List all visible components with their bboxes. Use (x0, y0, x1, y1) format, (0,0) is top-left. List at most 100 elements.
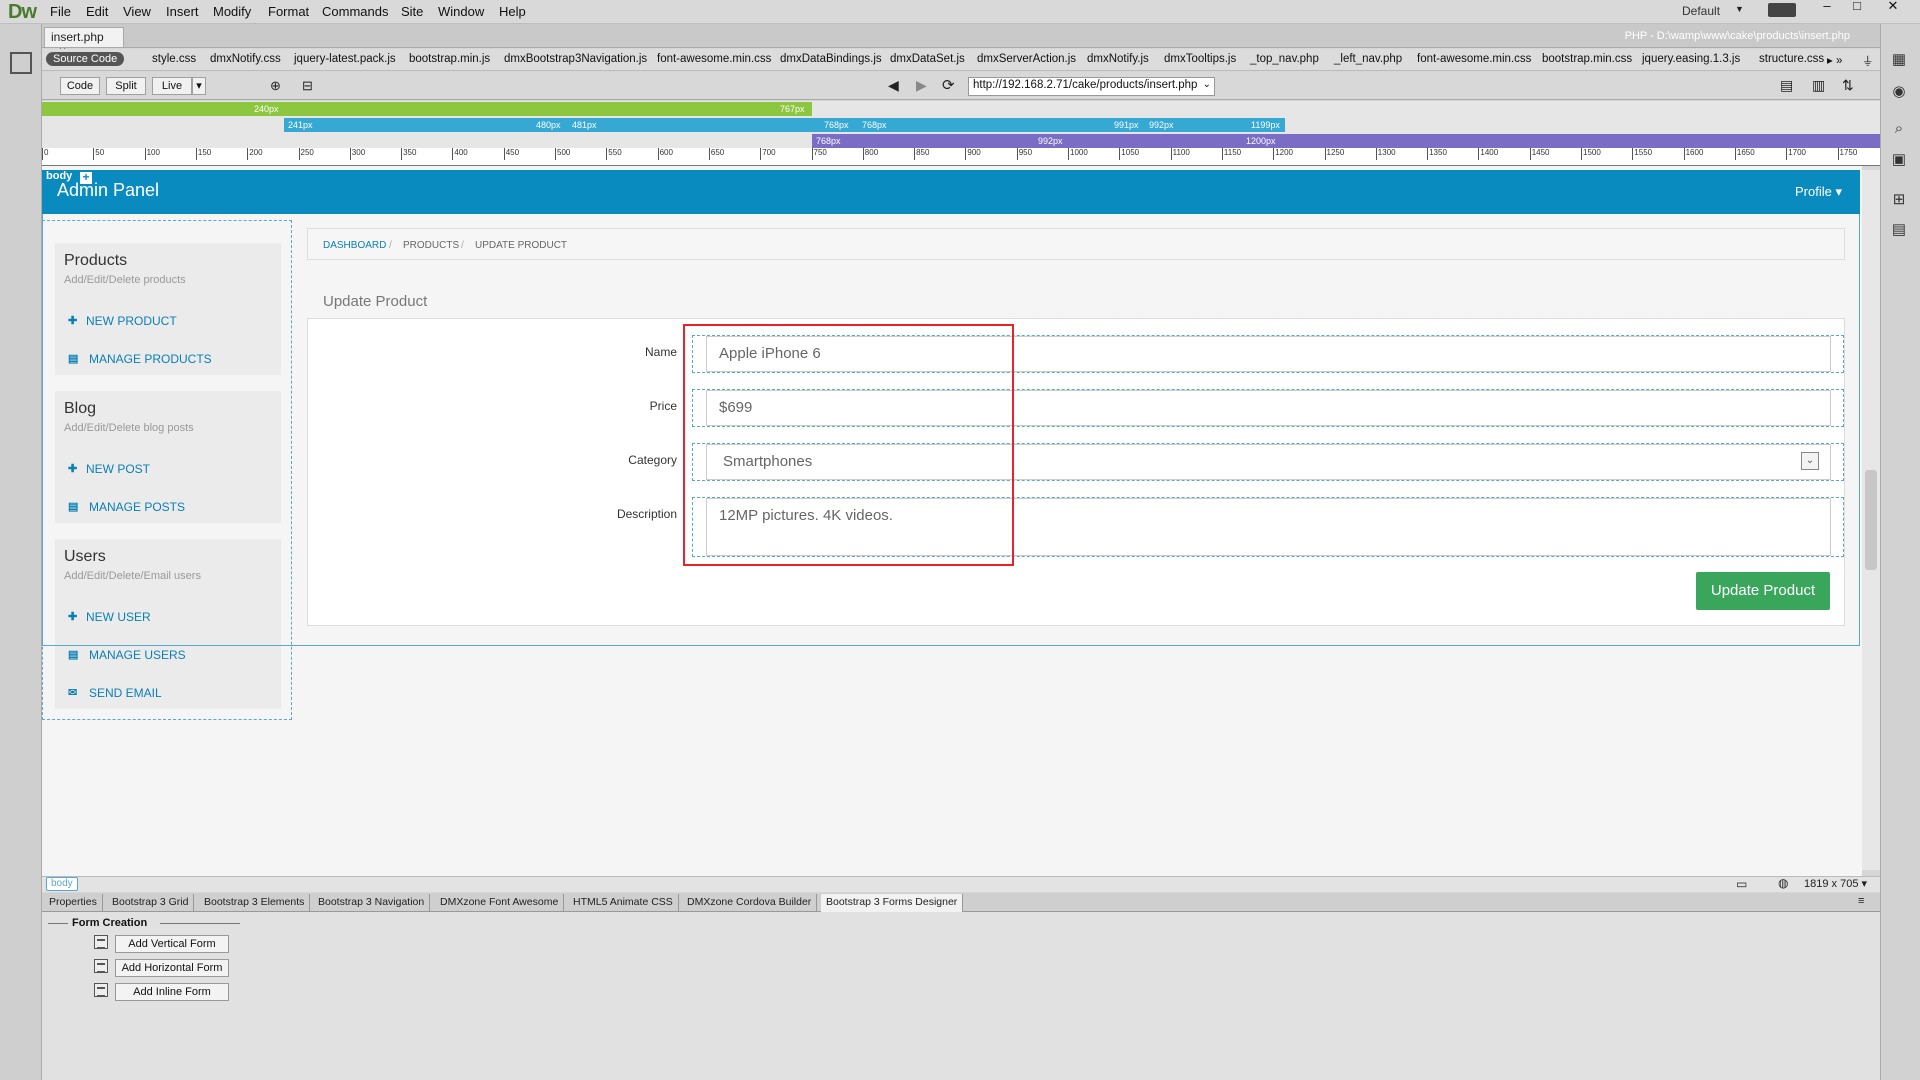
workspace-switcher[interactable]: Default (1682, 4, 1720, 18)
code-view-button[interactable]: Code (60, 77, 100, 95)
live-view-button[interactable]: Live (152, 77, 192, 95)
tab-bootstrap-elements[interactable]: Bootstrap 3 Elements (199, 894, 311, 912)
forward-arrow-icon[interactable]: ▶ (916, 77, 927, 94)
search-icon[interactable]: ⌕ (1888, 120, 1910, 140)
related-file[interactable]: style.css (152, 53, 196, 65)
menu-site[interactable]: Site (401, 4, 423, 19)
related-file[interactable]: dmxTooltips.js (1164, 53, 1236, 65)
related-file[interactable]: dmxBootstrap3Navigation.js (504, 53, 647, 65)
related-file[interactable]: structure.css (1759, 53, 1824, 65)
sidebar-title: Products (64, 252, 128, 269)
tab-font-awesome[interactable]: DMXzone Font Awesome (435, 894, 565, 912)
scrollbar-thumb[interactable] (1865, 470, 1877, 570)
add-inline-form-button[interactable]: Add Inline Form (115, 983, 229, 1001)
related-file[interactable]: dmxNotify.js (1087, 53, 1149, 65)
add-vertical-form-button[interactable]: Add Vertical Form (115, 935, 229, 953)
live-options-icon[interactable]: ▾ (192, 77, 206, 95)
minimize-button[interactable]: – (1812, 0, 1842, 14)
related-file[interactable]: dmxDataSet.js (890, 53, 965, 65)
related-file[interactable]: jquery-latest.pack.js (294, 53, 396, 65)
database-icon[interactable]: ◉ (1888, 82, 1910, 102)
inspect-icon[interactable]: ⊕ (270, 78, 281, 94)
filter-icon[interactable]: ⏚ (1862, 53, 1874, 69)
menu-window[interactable]: Window (438, 4, 484, 19)
ruler-tick: 1000 (1068, 148, 1088, 160)
snippets-icon[interactable]: ▤ (1888, 220, 1910, 240)
media-query-label: 992px (1149, 120, 1174, 130)
source-code-button[interactable]: Source Code (46, 52, 125, 66)
visual-aids-icon[interactable]: ▤ (1780, 77, 1793, 94)
update-product-button[interactable]: Update Product (1696, 572, 1830, 610)
tab-bootstrap-navigation[interactable]: Bootstrap 3 Navigation (313, 894, 431, 912)
tab-bootstrap-grid[interactable]: Bootstrap 3 Grid (107, 894, 195, 912)
sidebar-item-manage-products[interactable]: MANAGE PRODUCTS (89, 352, 212, 366)
related-file[interactable]: dmxServerAction.js (977, 53, 1076, 65)
more-files-icon[interactable]: ▸ » (1827, 53, 1842, 67)
page-properties-icon[interactable]: ▥ (1812, 77, 1825, 94)
media-query-bar[interactable]: 992px 1199px (1147, 118, 1285, 132)
refresh-icon[interactable]: ⟳ (942, 76, 955, 94)
sidebar-item-new-post[interactable]: NEW POST (86, 462, 150, 476)
window-size[interactable]: 1819 x 705 ▾ (1804, 877, 1867, 890)
menu-insert[interactable]: Insert (166, 4, 199, 19)
menu-view[interactable]: View (123, 4, 151, 19)
tag-selector-body[interactable]: body (46, 877, 78, 891)
device-preview-icon[interactable]: ▭ (1736, 877, 1747, 891)
envelope-icon: ✉ (68, 687, 78, 699)
related-file[interactable]: bootstrap.min.js (409, 53, 490, 65)
sync-settings-icon[interactable] (1768, 3, 1796, 17)
tab-animate-css[interactable]: HTML5 Animate CSS (568, 894, 679, 912)
ruler-tick: 800 (862, 148, 878, 160)
menu-commands[interactable]: Commands (322, 4, 388, 19)
assets-icon[interactable]: ▣ (1888, 150, 1910, 170)
menu-edit[interactable]: Edit (86, 4, 108, 19)
related-file[interactable]: dmxNotify.css (210, 53, 281, 65)
menu-modify[interactable]: Modify (213, 4, 251, 19)
site-structure-icon[interactable] (10, 52, 32, 74)
media-query-bar[interactable]: 481px 768px (570, 118, 860, 132)
url-field[interactable]: http://192.168.2.71/cake/products/insert… (968, 77, 1215, 96)
media-query-bar[interactable]: 240px 767px (42, 102, 812, 116)
related-file[interactable]: _left_nav.php (1334, 53, 1402, 65)
menu-format[interactable]: Format (268, 4, 309, 19)
restore-button[interactable]: □ (1842, 0, 1872, 14)
related-file[interactable]: jquery.easing.1.3.js (1642, 53, 1740, 65)
add-horizontal-form-button[interactable]: Add Horizontal Form (115, 959, 229, 977)
chevron-down-icon[interactable]: ⌄ (1801, 452, 1819, 470)
split-view-button[interactable]: Split (106, 77, 146, 95)
sidebar-item-manage-users[interactable]: MANAGE USERS (89, 648, 186, 662)
related-file[interactable]: dmxDataBindings.js (780, 53, 882, 65)
sidebar-item-new-user[interactable]: NEW USER (86, 610, 151, 624)
media-query-bar[interactable]: 241px 480px (284, 118, 570, 132)
breadcrumb-dashboard[interactable]: DASHBOARD (323, 240, 386, 251)
related-file[interactable]: bootstrap.min.css (1542, 53, 1632, 65)
brand-title[interactable]: Admin Panel (57, 180, 159, 201)
tab-forms-designer[interactable]: Bootstrap 3 Forms Designer (821, 894, 964, 912)
tab-cordova-builder[interactable]: DMXzone Cordova Builder (682, 894, 818, 912)
close-window-button[interactable]: ✕ (1878, 0, 1908, 14)
sidebar-item-manage-posts[interactable]: MANAGE POSTS (89, 500, 185, 514)
panel-menu-icon[interactable]: ≡ (1858, 895, 1864, 907)
tab-properties[interactable]: Properties (44, 894, 103, 912)
chevron-down-icon[interactable]: ⌄ (1203, 79, 1211, 90)
sidebar-item-new-product[interactable]: NEW PRODUCT (86, 314, 177, 328)
sitemap-icon[interactable]: ⊞ (1888, 190, 1910, 210)
profile-dropdown[interactable]: Profile ▾ (1795, 184, 1842, 200)
menu-help[interactable]: Help (499, 4, 526, 19)
breadcrumb-products[interactable]: PRODUCTS (403, 240, 459, 251)
media-query-bar[interactable]: 768px 992px 1200px (812, 134, 1880, 148)
code-navigator-icon[interactable]: ⊟ (302, 78, 313, 94)
ruler-tick: 1250 (1324, 148, 1344, 160)
ruler-tick: 500 (555, 148, 570, 160)
file-management-icon[interactable]: ⇅ (1842, 77, 1854, 94)
related-file[interactable]: font-awesome.min.css (1417, 53, 1531, 65)
sidebar-item-send-email[interactable]: SEND EMAIL (89, 686, 162, 700)
document-tab[interactable]: insert.php × (44, 27, 124, 58)
files-panel-icon[interactable]: ▦ (1888, 50, 1910, 70)
back-arrow-icon[interactable]: ◀ (888, 77, 899, 94)
menu-file[interactable]: File (50, 4, 71, 19)
related-file[interactable]: font-awesome.min.css (657, 53, 771, 65)
media-query-bar[interactable]: 768px 991px (860, 118, 1147, 132)
related-file[interactable]: _top_nav.php (1250, 53, 1319, 65)
globe-icon[interactable]: ◍ (1778, 876, 1788, 890)
